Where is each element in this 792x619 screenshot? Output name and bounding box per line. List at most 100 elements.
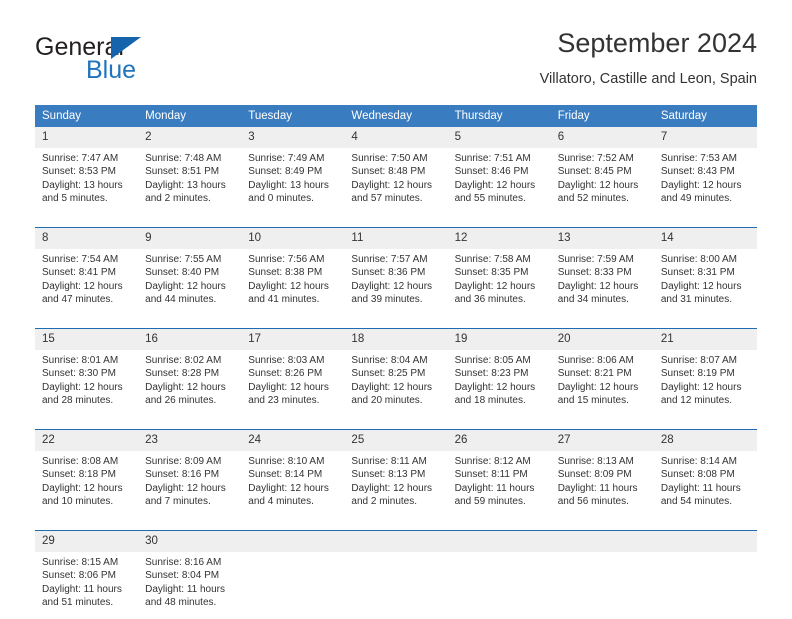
day-details: Sunrise: 7:55 AM Sunset: 8:40 PM Daylight:… <box>138 249 241 307</box>
daylight-text-line1: Daylight: 12 hours <box>42 381 123 393</box>
day-details: Sunrise: 8:09 AM Sunset: 8:16 PM Daylight:… <box>138 451 241 509</box>
day-cell[interactable]: 10 Sunrise: 7:56 AM Sunset: 8:38 PM Dayligh… <box>241 228 345 316</box>
day-cell[interactable]: 14 Sunrise: 8:00 AM Sunset: 8:31 PM Dayligh… <box>653 228 757 316</box>
daylight-text-line1: Daylight: 12 hours <box>145 280 226 292</box>
sunrise-text: Sunrise: 8:13 AM <box>557 456 634 467</box>
day-number: 8 <box>35 228 139 249</box>
day-cell[interactable]: 25 Sunrise: 8:11 AM Sunset: 8:13 PM Dayligh… <box>344 430 448 518</box>
sunset-text: Sunset: 8:25 PM <box>351 368 426 380</box>
weekday-header-sunday: Sunday <box>35 105 139 127</box>
sunrise-text: Sunrise: 8:00 AM <box>660 254 737 265</box>
day-number: 25 <box>344 430 448 451</box>
day-details: Sunrise: 7:47 AM Sunset: 8:53 PM Daylight:… <box>35 148 138 206</box>
day-cell[interactable]: 26 Sunrise: 8:12 AM Sunset: 8:11 PM Dayligh… <box>447 430 551 518</box>
day-cell[interactable]: 28 Sunrise: 8:14 AM Sunset: 8:08 PM Dayligh… <box>653 430 757 518</box>
sunset-text: Sunset: 8:31 PM <box>660 267 735 279</box>
day-cell[interactable]: 1 Sunrise: 7:47 AM Sunset: 8:53 PM Daylight… <box>35 127 139 215</box>
weekday-header-thursday: Thursday <box>447 105 551 127</box>
sunrise-text: Sunrise: 7:48 AM <box>145 153 222 164</box>
sunrise-text: Sunrise: 8:14 AM <box>660 456 737 467</box>
day-cell[interactable]: 11 Sunrise: 7:57 AM Sunset: 8:36 PM Dayligh… <box>344 228 448 316</box>
daylight-text-line1: Daylight: 12 hours <box>351 482 433 494</box>
daylight-text-line2: and 47 minutes. <box>42 294 114 306</box>
day-details: Sunrise: 8:14 AM Sunset: 8:08 PM Daylight:… <box>654 451 757 509</box>
day-number: 5 <box>447 127 551 148</box>
day-cell-empty <box>550 531 654 619</box>
day-details: Sunrise: 7:53 AM Sunset: 8:43 PM Daylight:… <box>654 148 757 206</box>
day-details: Sunrise: 7:51 AM Sunset: 8:46 PM Daylight:… <box>448 148 551 206</box>
day-number: 1 <box>35 127 139 148</box>
sunrise-text: Sunrise: 7:50 AM <box>351 153 428 164</box>
day-details: Sunrise: 8:16 AM Sunset: 8:04 PM Daylight:… <box>138 552 241 610</box>
sunset-text: Sunset: 8:30 PM <box>42 368 116 380</box>
day-cell[interactable]: 20 Sunrise: 8:06 AM Sunset: 8:21 PM Dayligh… <box>550 329 654 417</box>
day-details: Sunrise: 7:49 AM Sunset: 8:49 PM Daylight:… <box>241 148 344 206</box>
daylight-text-line2: and 23 minutes. <box>248 395 320 407</box>
day-cell[interactable]: 23 Sunrise: 8:09 AM Sunset: 8:16 PM Dayligh… <box>138 430 242 518</box>
daylight-text-line1: Daylight: 12 hours <box>351 381 433 393</box>
day-cell[interactable]: 5 Sunrise: 7:51 AM Sunset: 8:46 PM Daylight… <box>447 127 551 215</box>
daylight-text-line1: Daylight: 11 hours <box>42 583 122 595</box>
day-details: Sunrise: 7:54 AM Sunset: 8:41 PM Daylight:… <box>35 249 138 307</box>
daylight-text-line1: Daylight: 12 hours <box>454 179 536 191</box>
calendar-grid: Sunday Monday Tuesday Wednesday Thursday… <box>35 105 757 619</box>
calendar-week-row: 29 Sunrise: 8:15 AM Sunset: 8:06 PM Dayligh… <box>35 531 757 619</box>
day-cell[interactable]: 9 Sunrise: 7:55 AM Sunset: 8:40 PM Daylight… <box>138 228 242 316</box>
day-details: Sunrise: 8:13 AM Sunset: 8:09 PM Daylight:… <box>551 451 654 509</box>
sunset-text: Sunset: 8:26 PM <box>248 368 323 380</box>
weekday-header-row: Sunday Monday Tuesday Wednesday Thursday… <box>35 105 757 127</box>
day-cell[interactable]: 27 Sunrise: 8:13 AM Sunset: 8:09 PM Dayligh… <box>550 430 654 518</box>
day-cell[interactable]: 7 Sunrise: 7:53 AM Sunset: 8:43 PM Daylight… <box>653 127 757 215</box>
day-number: 17 <box>241 329 345 350</box>
daylight-text-line2: and 12 minutes. <box>660 395 733 407</box>
day-number: 21 <box>653 329 757 350</box>
daylight-text-line2: and 20 minutes. <box>351 395 423 407</box>
sunset-text: Sunset: 8:08 PM <box>660 469 735 481</box>
day-number <box>344 531 448 552</box>
day-cell[interactable]: 30 Sunrise: 8:16 AM Sunset: 8:04 PM Dayligh… <box>138 531 242 619</box>
day-number: 19 <box>447 329 551 350</box>
day-cell[interactable]: 29 Sunrise: 8:15 AM Sunset: 8:06 PM Dayligh… <box>35 531 139 619</box>
day-cell[interactable]: 16 Sunrise: 8:02 AM Sunset: 8:28 PM Dayligh… <box>138 329 242 417</box>
day-cell[interactable]: 21 Sunrise: 8:07 AM Sunset: 8:19 PM Dayligh… <box>653 329 757 417</box>
day-cell[interactable]: 12 Sunrise: 7:58 AM Sunset: 8:35 PM Dayligh… <box>447 228 551 316</box>
sunset-text: Sunset: 8:48 PM <box>351 166 426 178</box>
sunrise-text: Sunrise: 8:08 AM <box>42 456 119 467</box>
day-cell[interactable]: 4 Sunrise: 7:50 AM Sunset: 8:48 PM Daylight… <box>344 127 448 215</box>
day-cell[interactable]: 24 Sunrise: 8:10 AM Sunset: 8:14 PM Dayligh… <box>241 430 345 518</box>
brand-logo[interactable]: General Blue <box>35 33 265 89</box>
day-details: Sunrise: 7:59 AM Sunset: 8:33 PM Daylight:… <box>551 249 654 307</box>
daylight-text-line2: and 52 minutes. <box>557 193 629 205</box>
sunset-text: Sunset: 8:14 PM <box>248 469 323 481</box>
day-cell[interactable]: 22 Sunrise: 8:08 AM Sunset: 8:18 PM Dayligh… <box>35 430 139 518</box>
sunset-text: Sunset: 8:19 PM <box>660 368 735 380</box>
calendar-week-row: 22 Sunrise: 8:08 AM Sunset: 8:18 PM Dayligh… <box>35 430 757 518</box>
day-cell[interactable]: 15 Sunrise: 8:01 AM Sunset: 8:30 PM Dayligh… <box>35 329 139 417</box>
sunrise-text: Sunrise: 7:57 AM <box>351 254 428 265</box>
day-cell[interactable]: 19 Sunrise: 8:05 AM Sunset: 8:23 PM Dayligh… <box>447 329 551 417</box>
week-spacer <box>35 518 757 530</box>
day-details: Sunrise: 7:50 AM Sunset: 8:48 PM Daylight:… <box>344 148 447 206</box>
sunrise-text: Sunrise: 7:49 AM <box>248 153 325 164</box>
calendar-week-row: 8 Sunrise: 7:54 AM Sunset: 8:41 PM Daylight… <box>35 228 757 316</box>
daylight-text-line1: Daylight: 12 hours <box>660 179 742 191</box>
day-cell[interactable]: 2 Sunrise: 7:48 AM Sunset: 8:51 PM Daylight… <box>138 127 242 215</box>
sunrise-text: Sunrise: 8:02 AM <box>145 355 222 366</box>
daylight-text-line1: Daylight: 12 hours <box>351 179 433 191</box>
day-number: 16 <box>138 329 242 350</box>
sunrise-text: Sunrise: 7:52 AM <box>557 153 634 164</box>
day-cell[interactable]: 13 Sunrise: 7:59 AM Sunset: 8:33 PM Dayligh… <box>550 228 654 316</box>
day-number: 29 <box>35 531 139 552</box>
day-cell[interactable]: 17 Sunrise: 8:03 AM Sunset: 8:26 PM Dayligh… <box>241 329 345 417</box>
day-number <box>653 531 757 552</box>
daylight-text-line2: and 18 minutes. <box>454 395 526 407</box>
day-number: 13 <box>550 228 654 249</box>
day-cell[interactable]: 18 Sunrise: 8:04 AM Sunset: 8:25 PM Dayligh… <box>344 329 448 417</box>
day-cell[interactable]: 8 Sunrise: 7:54 AM Sunset: 8:41 PM Daylight… <box>35 228 139 316</box>
page-header: General Blue September 2024 Villatoro, C… <box>0 0 792 104</box>
sunrise-text: Sunrise: 7:53 AM <box>660 153 737 164</box>
day-cell[interactable]: 6 Sunrise: 7:52 AM Sunset: 8:45 PM Daylight… <box>550 127 654 215</box>
day-details: Sunrise: 8:04 AM Sunset: 8:25 PM Daylight:… <box>344 350 447 408</box>
sunset-text: Sunset: 8:16 PM <box>145 469 220 481</box>
day-cell[interactable]: 3 Sunrise: 7:49 AM Sunset: 8:49 PM Daylight… <box>241 127 345 215</box>
